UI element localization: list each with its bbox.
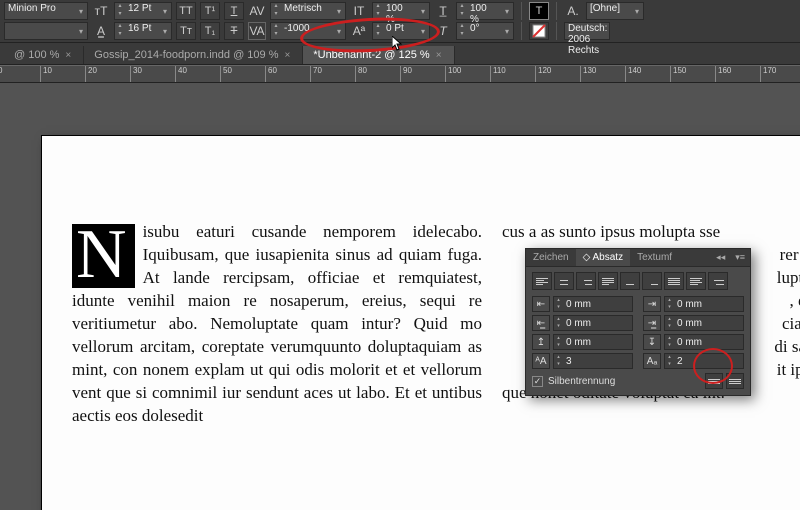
justify-center-button[interactable] xyxy=(620,272,640,290)
align-away-spine-button[interactable] xyxy=(708,272,728,290)
font-size-icon: тT xyxy=(92,2,110,20)
strikethrough-button[interactable]: T xyxy=(224,22,244,40)
font-style-combo[interactable]: ▾ xyxy=(4,22,88,40)
space-before-field[interactable]: ▴▾0 mm xyxy=(553,334,633,350)
fill-swatch[interactable]: T xyxy=(529,2,549,20)
allcaps-button[interactable]: TT xyxy=(176,2,196,20)
char-style-combo[interactable]: [Ohne]▾ xyxy=(586,2,644,20)
character-control-bar: Minion Pro▾ тT ▴▾12 Pt▾ TT T¹ T AV ▴▾Met… xyxy=(0,0,800,43)
vscale-combo[interactable]: ▴▾100 %▾ xyxy=(372,2,430,20)
panel-collapse-icon[interactable]: ◂◂ xyxy=(711,249,730,266)
ruler-tick: 50 xyxy=(220,66,232,83)
skew-icon: T xyxy=(434,22,452,40)
superscript-button[interactable]: T¹ xyxy=(200,2,220,20)
smallcaps-button[interactable]: Tᴛ xyxy=(176,22,196,40)
font-size-combo[interactable]: ▴▾12 Pt▾ xyxy=(114,2,172,20)
first-line-indent-field[interactable]: ▴▾0 mm xyxy=(553,315,633,331)
horizontal-ruler[interactable]: 0 10 20 30 40 50 60 70 80 90 100 110 120 130 140 150 160… xyxy=(0,65,800,83)
ruler-tick: 110 xyxy=(490,66,506,83)
close-icon[interactable]: × xyxy=(65,50,71,61)
baseline-shift-combo[interactable]: ▴▾0 Pt▾ xyxy=(372,22,430,40)
hyphenation-checkbox[interactable]: ✓ xyxy=(532,376,543,387)
space-after-icon: ↧ xyxy=(643,334,661,350)
justify-full-button[interactable] xyxy=(664,272,684,290)
justify-left-button[interactable] xyxy=(598,272,618,290)
text-column-left[interactable]: Nisubu eaturi cusande nemporem idelecabo… xyxy=(72,220,482,427)
font-family-combo[interactable]: Minion Pro▾ xyxy=(4,2,88,20)
close-icon[interactable]: × xyxy=(285,50,291,61)
indent-right-icon: ⇥ xyxy=(643,296,661,312)
panel-tab-absatz[interactable]: ◇ Absatz xyxy=(576,249,631,266)
hyphenation-label: Silbentrennung xyxy=(548,376,615,387)
indent-left-field[interactable]: ▴▾0 mm xyxy=(553,296,633,312)
ruler-tick: 150 xyxy=(670,66,686,83)
indent-left-icon: ⇤ xyxy=(532,296,550,312)
ruler-tick: 80 xyxy=(355,66,367,83)
kerning-combo[interactable]: ▴▾Metrisch▾ xyxy=(270,2,346,20)
char-style-icon: A. xyxy=(564,2,582,20)
dropcap-chars-field[interactable]: ▴▾2 xyxy=(664,353,744,369)
no-shading-button[interactable] xyxy=(705,373,723,389)
leading-icon: A͇ xyxy=(92,22,110,40)
baseline-icon: Aª xyxy=(350,22,368,40)
last-line-indent-icon: ⇥̲ xyxy=(643,315,661,331)
first-line-indent-icon: ⇤̲ xyxy=(532,315,550,331)
shading-button[interactable] xyxy=(726,373,744,389)
ruler-tick: 60 xyxy=(265,66,277,83)
ruler-tick: 30 xyxy=(130,66,142,83)
tracking-combo[interactable]: ▴▾-1000▾ xyxy=(270,22,346,40)
panel-menu-icon[interactable]: ▾≡ xyxy=(730,249,750,266)
doc-tab-2[interactable]: *Unbenannt-2 @ 125 %× xyxy=(303,46,454,64)
panel-tab-zeichen[interactable]: Zeichen xyxy=(526,249,576,266)
alignment-button-row xyxy=(532,272,744,290)
dropcap-lines-icon: ᴬA xyxy=(532,353,550,369)
ruler-tick: 140 xyxy=(625,66,641,83)
close-icon[interactable]: × xyxy=(436,50,442,61)
ruler-tick: 120 xyxy=(535,66,551,83)
align-towards-spine-button[interactable] xyxy=(686,272,706,290)
justify-right-button[interactable] xyxy=(642,272,662,290)
subscript-button[interactable]: T₁ xyxy=(200,22,220,40)
ruler-tick: 70 xyxy=(310,66,322,83)
ruler-tick: 20 xyxy=(85,66,97,83)
ruler-tick: 0 xyxy=(0,66,2,83)
dropcap-chars-icon: Aₐ xyxy=(643,353,661,369)
skew-combo[interactable]: ▴▾0°▾ xyxy=(456,22,514,40)
ruler-tick: 100 xyxy=(445,66,461,83)
align-left-button[interactable] xyxy=(532,272,552,290)
ruler-tick: 130 xyxy=(580,66,596,83)
space-before-icon: ↥ xyxy=(532,334,550,350)
hscale-icon: T̲ xyxy=(434,2,452,20)
tracking-icon: VA xyxy=(248,22,266,40)
ruler-tick: 40 xyxy=(175,66,187,83)
doc-tab-1[interactable]: Gossip_2014-foodporn.indd @ 109 %× xyxy=(84,46,303,64)
kerning-icon: AV xyxy=(248,2,266,20)
align-center-button[interactable] xyxy=(554,272,574,290)
align-right-button[interactable] xyxy=(576,272,596,290)
ruler-tick: 160 xyxy=(715,66,731,83)
nofill-swatch[interactable] xyxy=(529,22,549,40)
ruler-tick: 170 xyxy=(760,66,776,83)
panel-tab-textumf[interactable]: Textumf xyxy=(630,249,679,266)
dropcap-lines-field[interactable]: ▴▾3 xyxy=(553,353,633,369)
hscale-combo[interactable]: ▴▾100 %▾ xyxy=(456,2,514,20)
document-tab-bar: @ 100 %× Gossip_2014-foodporn.indd @ 109… xyxy=(0,43,800,65)
leading-combo[interactable]: ▴▾16 Pt▾ xyxy=(114,22,172,40)
language-combo[interactable]: Deutsch: 2006 Rechts xyxy=(564,22,610,40)
doc-tab-0[interactable]: @ 100 %× xyxy=(4,46,84,64)
indent-right-field[interactable]: ▴▾0 mm xyxy=(664,296,744,312)
last-line-indent-field[interactable]: ▴▾0 mm xyxy=(664,315,744,331)
underline-button[interactable]: T xyxy=(224,2,244,20)
vscale-icon: IT xyxy=(350,2,368,20)
space-after-field[interactable]: ▴▾0 mm xyxy=(664,334,744,350)
drop-cap: N xyxy=(72,224,135,288)
ruler-tick: 10 xyxy=(40,66,52,83)
ruler-tick: 90 xyxy=(400,66,412,83)
paragraph-panel[interactable]: Zeichen ◇ Absatz Textumf ◂◂ ▾≡ ⇤▴▾0 mm ⇥… xyxy=(525,248,751,396)
